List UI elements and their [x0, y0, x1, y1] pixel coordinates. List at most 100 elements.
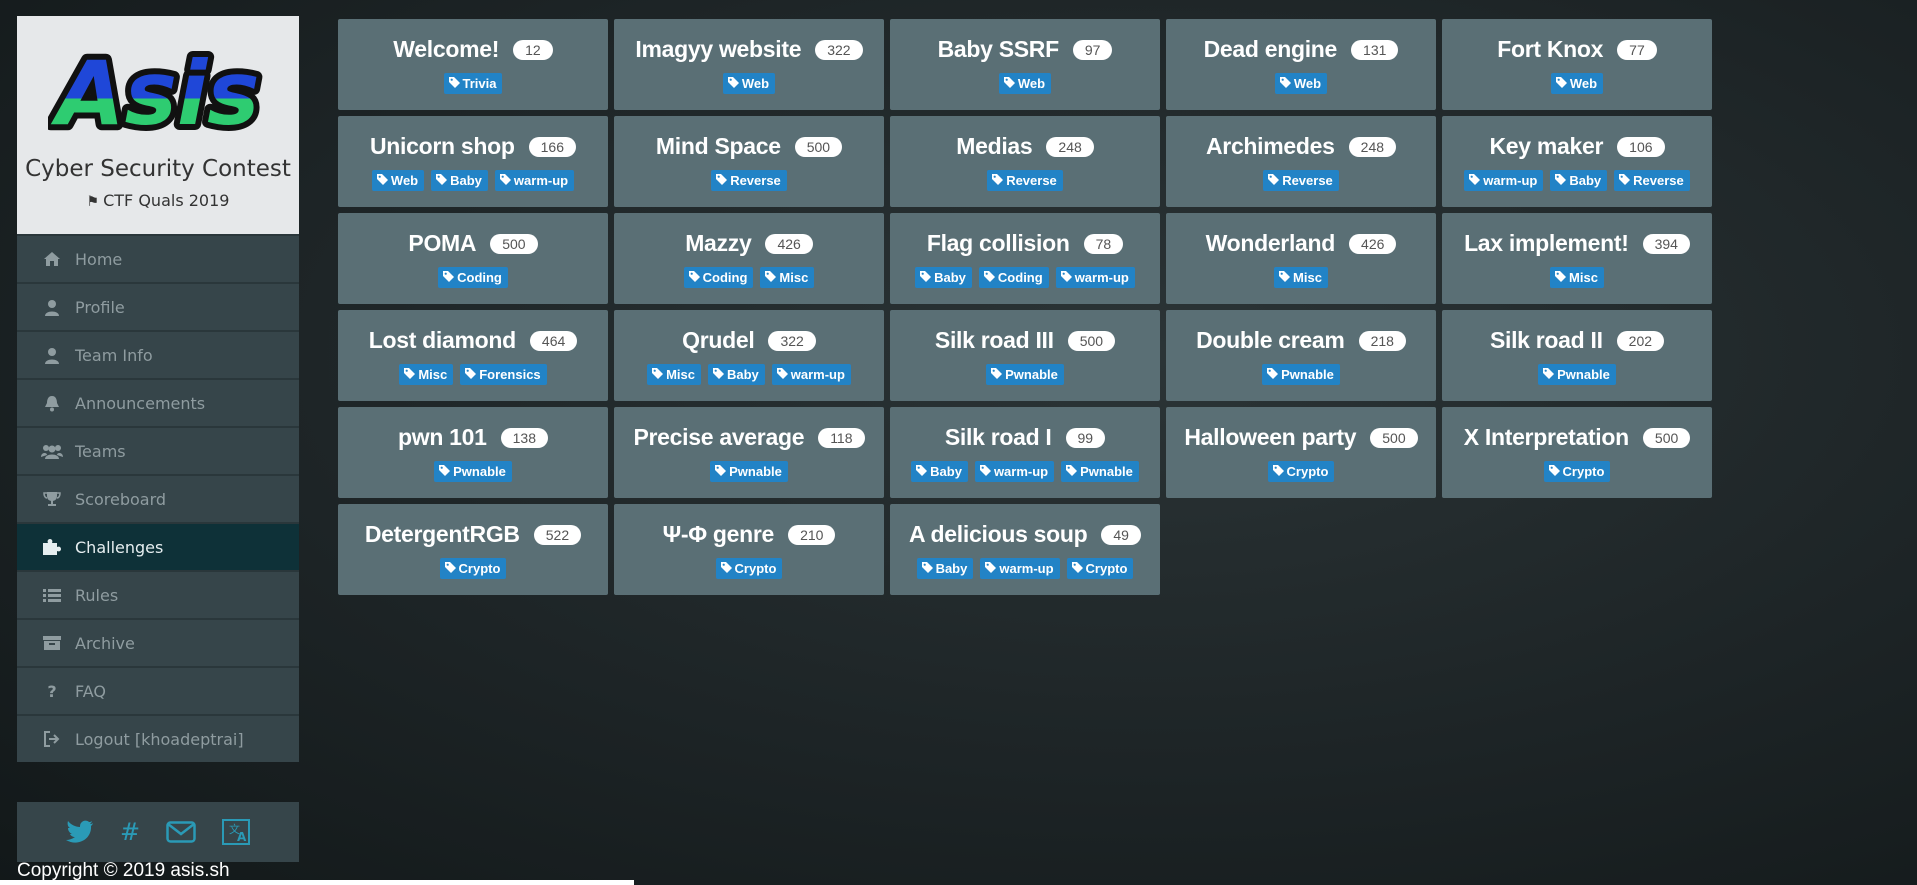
- tag-warm-up[interactable]: warm-up: [1464, 170, 1544, 191]
- tag-pwnable[interactable]: Pwnable: [1262, 364, 1340, 385]
- tag-warm-up[interactable]: warm-up: [980, 558, 1060, 579]
- tag-warm-up[interactable]: warm-up: [494, 170, 575, 191]
- tag-reverse[interactable]: Reverse: [1263, 170, 1339, 191]
- challenge-card[interactable]: Dead engine 131 Web: [1166, 19, 1436, 110]
- challenge-card[interactable]: Wonderland 426 Misc: [1166, 213, 1436, 304]
- tag-coding[interactable]: Coding: [683, 267, 754, 288]
- tag-web[interactable]: Web: [1550, 73, 1604, 94]
- challenge-card[interactable]: X Interpretation 500 Crypto: [1442, 407, 1712, 498]
- tag-reverse[interactable]: Reverse: [1614, 170, 1690, 191]
- nav-item-faq[interactable]: ? FAQ: [17, 666, 299, 714]
- tag-reverse[interactable]: Reverse: [987, 170, 1063, 191]
- tag-misc[interactable]: Misc: [1550, 267, 1604, 288]
- challenge-card[interactable]: Fort Knox 77 Web: [1442, 19, 1712, 110]
- tag-pwnable[interactable]: Pwnable: [1538, 364, 1616, 385]
- asis-logo[interactable]: Asis Asis: [48, 16, 268, 152]
- tag-baby[interactable]: Baby: [911, 461, 968, 482]
- tag-icon: [1548, 464, 1560, 479]
- tag-forensics[interactable]: Forensics: [460, 364, 547, 385]
- challenge-card[interactable]: Lost diamond 464 Misc Forensics: [338, 310, 608, 401]
- nav-item-logout[interactable]: Logout [khoadeptrai]: [17, 714, 299, 762]
- tag-reverse[interactable]: Reverse: [711, 170, 787, 191]
- challenge-card[interactable]: Mazzy 426 Coding Misc: [614, 213, 884, 304]
- challenge-header: Medias 248: [956, 133, 1094, 160]
- challenge-card[interactable]: A delicious soup 49 Baby warm-up Crypto: [890, 504, 1160, 595]
- tag-label: Crypto: [1562, 464, 1605, 479]
- tag-crypto[interactable]: Crypto: [715, 558, 783, 579]
- tag-web[interactable]: Web: [371, 170, 425, 191]
- challenge-card[interactable]: Double cream 218 Pwnable: [1166, 310, 1436, 401]
- challenge-card[interactable]: DetergentRGB 522 Crypto: [338, 504, 608, 595]
- tag-warm-up[interactable]: warm-up: [974, 461, 1055, 482]
- challenge-card[interactable]: Imagyy website 322 Web: [614, 19, 884, 110]
- tag-web[interactable]: Web: [722, 73, 776, 94]
- challenge-card[interactable]: Key maker 106 warm-up Baby Reverse: [1442, 116, 1712, 207]
- tag-baby[interactable]: Baby: [1550, 170, 1608, 191]
- challenge-card[interactable]: Baby SSRF 97 Web: [890, 19, 1160, 110]
- tag-crypto[interactable]: Crypto: [1267, 461, 1335, 482]
- challenge-card[interactable]: Unicorn shop 166 Web Baby warm-up: [338, 116, 608, 207]
- challenge-card[interactable]: pwn 101 138 Pwnable: [338, 407, 608, 498]
- tag-icon: [1272, 464, 1284, 479]
- challenge-card[interactable]: Silk road I 99 Baby warm-up Pwnable: [890, 407, 1160, 498]
- nav-item-team-info[interactable]: Team Info: [17, 330, 299, 378]
- challenge-card[interactable]: Silk road III 500 Pwnable: [890, 310, 1160, 401]
- nav-item-teams[interactable]: Teams: [17, 426, 299, 474]
- tag-pwnable[interactable]: Pwnable: [1061, 461, 1139, 482]
- challenge-card[interactable]: Mind Space 500 Reverse: [614, 116, 884, 207]
- tag-baby[interactable]: Baby: [431, 170, 488, 191]
- tag-misc[interactable]: Misc: [760, 267, 815, 288]
- nav-item-announcements[interactable]: Announcements: [17, 378, 299, 426]
- tag-baby[interactable]: Baby: [915, 267, 972, 288]
- challenge-card[interactable]: Welcome! 12 Trivia: [338, 19, 608, 110]
- challenge-card[interactable]: Archimedes 248 Reverse: [1166, 116, 1436, 207]
- tag-label: Pwnable: [1080, 464, 1133, 479]
- challenge-card[interactable]: Medias 248 Reverse: [890, 116, 1160, 207]
- tag-pwnable[interactable]: Pwnable: [986, 364, 1064, 385]
- tag-label: Baby: [450, 173, 482, 188]
- tag-pwnable[interactable]: Pwnable: [710, 461, 788, 482]
- challenge-card[interactable]: Halloween party 500 Crypto: [1166, 407, 1436, 498]
- tag-warm-up[interactable]: warm-up: [1055, 267, 1135, 288]
- tag-misc[interactable]: Misc: [399, 364, 454, 385]
- tag-label: Coding: [457, 270, 502, 285]
- challenge-card[interactable]: Precise average 118 Pwnable: [614, 407, 884, 498]
- challenge-card[interactable]: Flag collision 78 Baby Coding warm-up: [890, 213, 1160, 304]
- nav-item-challenges[interactable]: Challenges: [17, 522, 299, 570]
- challenge-points-badge: 131: [1351, 39, 1399, 60]
- tag-icon: [1555, 270, 1567, 285]
- tag-crypto[interactable]: Crypto: [1543, 461, 1611, 482]
- tag-coding[interactable]: Coding: [978, 267, 1049, 288]
- tag-misc[interactable]: Misc: [647, 364, 701, 385]
- tag-pwnable[interactable]: Pwnable: [434, 461, 512, 482]
- tag-warm-up[interactable]: warm-up: [771, 364, 851, 385]
- challenge-points-badge: 500: [1067, 330, 1116, 351]
- tag-crypto[interactable]: Crypto: [439, 558, 507, 579]
- tag-crypto[interactable]: Crypto: [1066, 558, 1134, 579]
- envelope-icon[interactable]: [166, 820, 196, 844]
- challenge-card[interactable]: Ψ-Φ genre 210 Crypto: [614, 504, 884, 595]
- challenge-card[interactable]: Silk road II 202 Pwnable: [1442, 310, 1712, 401]
- tag-misc[interactable]: Misc: [1274, 267, 1328, 288]
- challenge-card[interactable]: Lax implement! 394 Misc: [1442, 213, 1712, 304]
- tag-web[interactable]: Web: [998, 73, 1052, 94]
- twitter-icon[interactable]: [66, 820, 94, 844]
- translate-icon[interactable]: 文A: [222, 819, 250, 845]
- tag-baby[interactable]: Baby: [916, 558, 974, 579]
- tag-label: Web: [1293, 76, 1322, 91]
- tag-baby[interactable]: Baby: [707, 364, 765, 385]
- nav-item-profile[interactable]: Profile: [17, 282, 299, 330]
- tag-icon: [920, 270, 932, 285]
- challenge-card[interactable]: Qrudel 322 Misc Baby warm-up: [614, 310, 884, 401]
- sidebar-nav: Home Profile Team Info Announcements Teams Sc…: [17, 234, 299, 762]
- tag-trivia[interactable]: Trivia: [443, 73, 503, 94]
- tag-coding[interactable]: Coding: [438, 267, 508, 288]
- nav-item-home[interactable]: Home: [17, 234, 299, 282]
- tag-icon: [776, 367, 788, 382]
- nav-item-scoreboard[interactable]: Scoreboard: [17, 474, 299, 522]
- challenge-card[interactable]: POMA 500 Coding: [338, 213, 608, 304]
- hash-icon[interactable]: #: [120, 820, 140, 844]
- nav-item-rules[interactable]: Rules: [17, 570, 299, 618]
- nav-item-archive[interactable]: Archive: [17, 618, 299, 666]
- tag-web[interactable]: Web: [1274, 73, 1328, 94]
